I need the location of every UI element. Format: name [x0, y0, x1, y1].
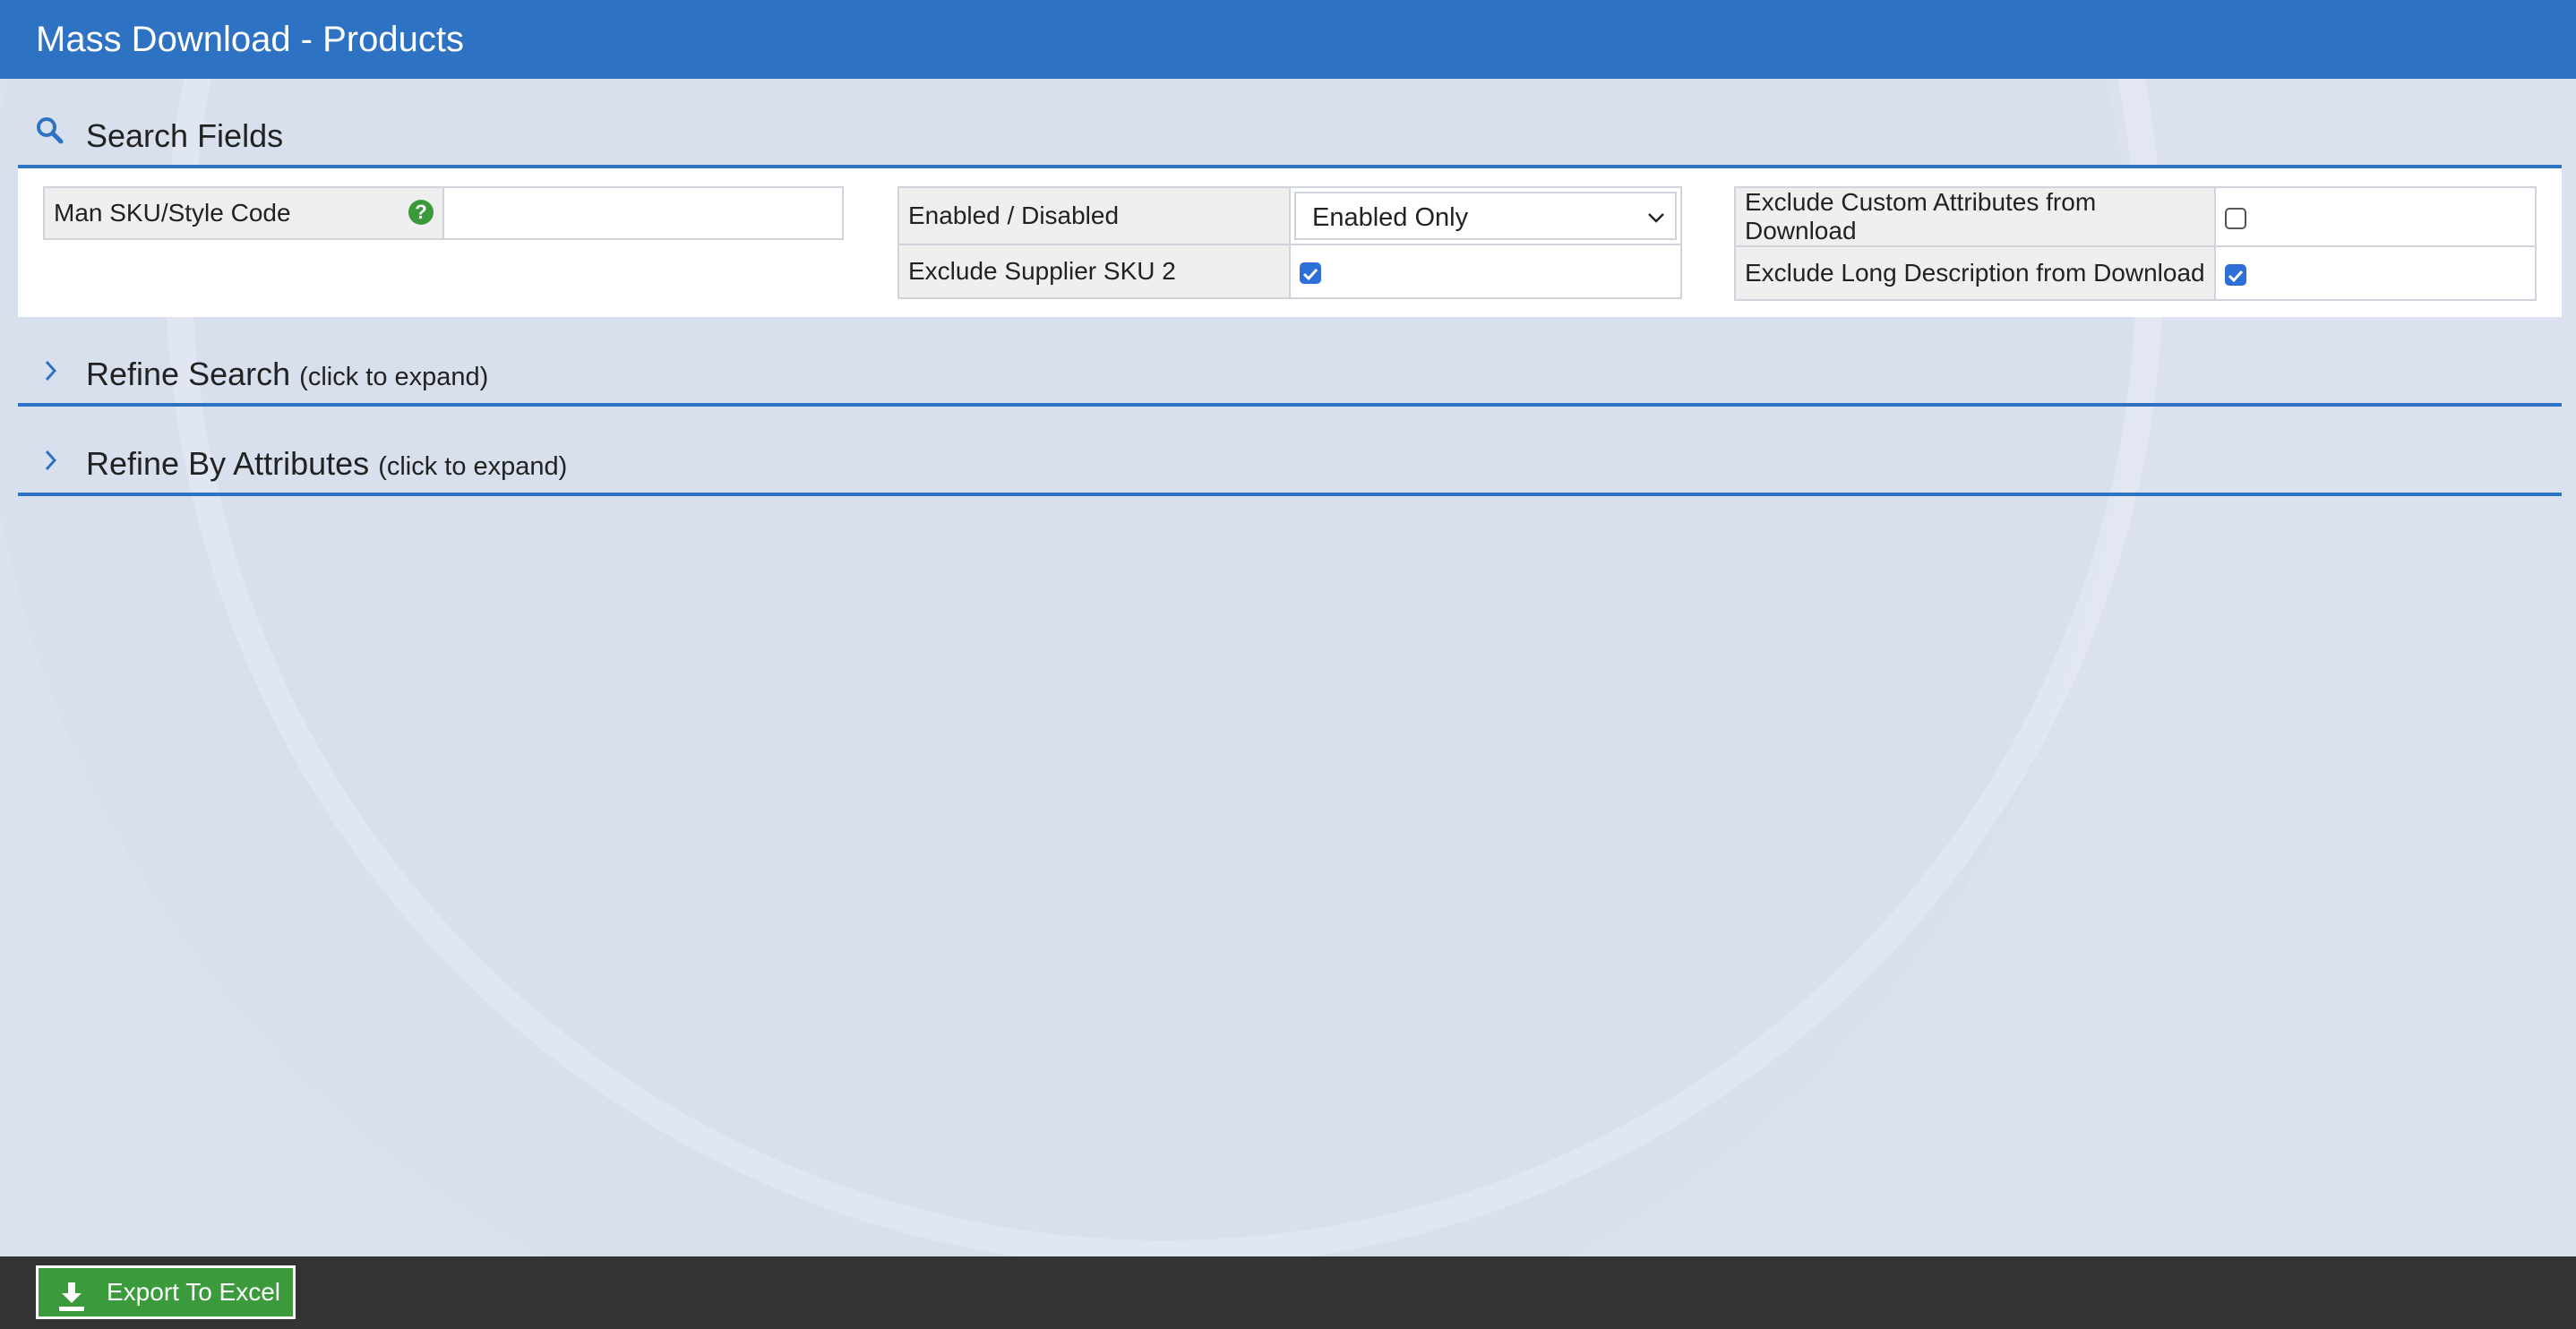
refine-attributes-header[interactable]: Refine By Attributes (click to expand): [18, 433, 2562, 496]
page-header: Mass Download - Products: [0, 0, 2576, 79]
exclude-supplier-sku2-label: Exclude Supplier SKU 2: [908, 257, 1176, 285]
footer-bar: Export To Excel: [0, 1256, 2576, 1329]
export-to-excel-label: Export To Excel: [107, 1278, 281, 1306]
refine-search-title-text: Refine Search: [86, 356, 291, 392]
page-title: Mass Download - Products: [36, 20, 464, 59]
refine-attributes-title: Refine By Attributes (click to expand): [86, 444, 567, 486]
search-fields-panel: Man SKU/Style Code ? Enabled / Disabled …: [18, 168, 2562, 317]
enabled-value-cell: Enabled Only: [1289, 186, 1682, 245]
man-sku-table: Man SKU/Style Code ?: [43, 186, 844, 240]
exclude-custom-attrs-label-cell: Exclude Custom Attributes from Download: [1734, 186, 2216, 247]
exclude-long-desc-label-cell: Exclude Long Description from Download: [1734, 245, 2216, 301]
man-sku-value-cell: [442, 186, 844, 240]
enabled-select[interactable]: Enabled Only: [1294, 192, 1677, 240]
exclude-long-desc-checkbox[interactable]: [2225, 263, 2246, 286]
man-sku-label: Man SKU/Style Code: [54, 199, 291, 227]
man-sku-label-cell: Man SKU/Style Code ?: [43, 186, 444, 240]
chevron-right-icon: [36, 356, 64, 390]
exclude-options-table: Exclude Custom Attributes from Download …: [1734, 186, 2537, 301]
exclude-supplier-sku2-label-cell: Exclude Supplier SKU 2: [897, 244, 1291, 299]
exclude-custom-attrs-value-cell: [2214, 186, 2537, 247]
exclude-custom-attrs-checkbox[interactable]: [2225, 207, 2246, 229]
search-icon: [36, 116, 64, 150]
chevron-right-icon: [36, 446, 64, 479]
download-icon: [58, 1279, 85, 1327]
refine-search-title: Refine Search (click to expand): [86, 355, 488, 397]
exclude-supplier-sku2-checkbox[interactable]: [1300, 262, 1321, 284]
enabled-select-value: Enabled Only: [1312, 203, 1469, 232]
exclude-long-desc-label: Exclude Long Description from Download: [1745, 259, 2205, 287]
enabled-label: Enabled / Disabled: [908, 201, 1120, 229]
chevron-down-icon: [1646, 193, 1666, 258]
enabled-table: Enabled / Disabled Enabled Only Exclude …: [897, 186, 1682, 299]
exclude-long-desc-value-cell: [2214, 245, 2537, 301]
man-sku-input[interactable]: [448, 188, 842, 238]
refine-search-hint: (click to expand): [299, 363, 489, 391]
export-to-excel-button[interactable]: Export To Excel: [36, 1265, 296, 1319]
refine-attributes-hint: (click to expand): [378, 452, 568, 481]
exclude-supplier-sku2-value-cell: [1289, 244, 1682, 299]
exclude-custom-attrs-label: Exclude Custom Attributes from Download: [1745, 188, 2097, 244]
search-fields-header: Search Fields: [18, 106, 2562, 168]
enabled-label-cell: Enabled / Disabled: [897, 186, 1291, 245]
search-fields-title: Search Fields: [86, 117, 284, 154]
refine-search-header[interactable]: Refine Search (click to expand): [18, 344, 2562, 407]
help-icon[interactable]: ?: [408, 200, 434, 225]
refine-attributes-title-text: Refine By Attributes: [86, 445, 370, 482]
